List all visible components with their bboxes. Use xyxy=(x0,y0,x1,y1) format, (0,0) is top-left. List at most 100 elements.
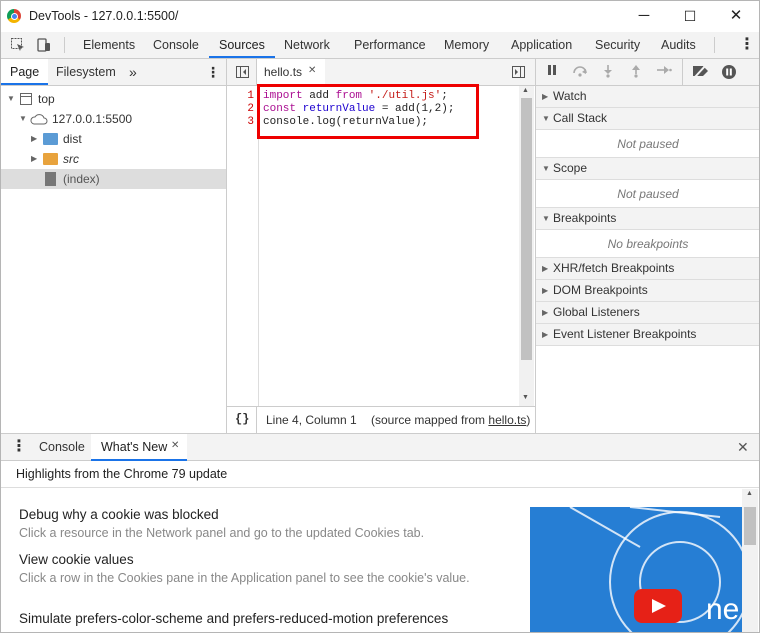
youtube-play-icon[interactable] xyxy=(634,589,682,623)
tab-security[interactable]: Security xyxy=(595,32,640,58)
section-call-stack[interactable]: ▼ Call Stack xyxy=(536,108,759,130)
scroll-down-icon[interactable]: ▼ xyxy=(522,394,529,401)
expanded-arrow-icon[interactable]: ▼ xyxy=(542,108,550,129)
toggle-debugger-icon[interactable] xyxy=(511,65,526,79)
section-xhr-breakpoints[interactable]: ▶ XHR/fetch Breakpoints xyxy=(536,258,759,280)
collapse-arrow-icon[interactable]: ▶ xyxy=(31,149,37,169)
call-stack-status: Not paused xyxy=(536,130,759,158)
source-map-link[interactable]: hello.ts xyxy=(488,413,526,427)
tab-memory[interactable]: Memory xyxy=(444,32,489,58)
section-event-listener-breakpoints[interactable]: ▶ Event Listener Breakpoints xyxy=(536,324,759,346)
tree-item-top[interactable]: ▼ top xyxy=(1,89,226,109)
section-global-listeners[interactable]: ▶ Global Listeners xyxy=(536,302,759,324)
tab-network[interactable]: Network xyxy=(284,32,330,58)
tab-elements[interactable]: Elements xyxy=(83,32,135,58)
section-title: XHR/fetch Breakpoints xyxy=(553,261,675,275)
tree-item-label: (index) xyxy=(63,172,100,186)
scroll-up-icon[interactable]: ▲ xyxy=(746,490,753,497)
breakpoints-status: No breakpoints xyxy=(536,230,759,258)
tab-performance[interactable]: Performance xyxy=(354,32,426,58)
collapse-arrow-icon[interactable]: ▶ xyxy=(31,129,37,149)
step-icon[interactable] xyxy=(656,64,672,80)
step-out-icon[interactable] xyxy=(628,64,644,80)
expanded-arrow-icon[interactable]: ▼ xyxy=(542,208,550,229)
editor-tabs: hello.ts ✕ xyxy=(227,59,535,86)
section-title: Scope xyxy=(553,161,588,175)
drawer-tab-console[interactable]: Console xyxy=(39,434,85,460)
source-map-prefix: (source mapped from xyxy=(371,413,489,427)
toggle-navigator-icon[interactable] xyxy=(235,65,250,79)
toolbar-separator xyxy=(714,37,715,53)
pause-on-exceptions-icon[interactable] xyxy=(721,64,737,80)
tab-filesystem[interactable]: Filesystem xyxy=(56,59,116,85)
section-scope[interactable]: ▼ Scope xyxy=(536,158,759,180)
feature-title[interactable]: View cookie values xyxy=(19,552,134,567)
tab-page[interactable]: Page xyxy=(1,59,49,85)
pause-icon[interactable] xyxy=(544,64,560,80)
section-dom-breakpoints[interactable]: ▶ DOM Breakpoints xyxy=(536,280,759,302)
folder-icon xyxy=(43,133,58,145)
scrollbar-thumb[interactable] xyxy=(744,507,756,545)
frame-icon xyxy=(19,92,33,106)
pretty-print-icon[interactable]: {} xyxy=(235,412,249,426)
scroll-up-icon[interactable]: ▲ xyxy=(522,87,529,94)
expand-arrow-icon[interactable]: ▶ xyxy=(542,302,548,323)
section-title: Event Listener Breakpoints xyxy=(553,327,697,341)
tree-item-dist[interactable]: ▶ dist xyxy=(1,129,226,149)
close-tab-icon[interactable]: ✕ xyxy=(308,65,316,76)
tab-console[interactable]: Console xyxy=(153,32,199,58)
promo-video-thumbnail[interactable]: ne xyxy=(530,507,742,632)
drawer-scrollbar[interactable]: ▲ xyxy=(742,489,758,632)
folder-icon xyxy=(43,153,58,165)
section-title: Watch xyxy=(553,89,587,103)
drawer-menu-icon[interactable]: ⋮ xyxy=(11,434,27,460)
expand-arrow-icon[interactable]: ▶ xyxy=(542,280,548,301)
tree-item-origin[interactable]: ▼ 127.0.0.1:5500 xyxy=(1,109,226,129)
tree-item-index[interactable]: (index) xyxy=(1,169,226,189)
whats-new-header: Highlights from the Chrome 79 update xyxy=(1,461,759,488)
section-watch[interactable]: ▶ Watch xyxy=(536,86,759,108)
scrollbar-thumb[interactable] xyxy=(521,98,532,360)
section-breakpoints[interactable]: ▼ Breakpoints xyxy=(536,208,759,230)
feature-title[interactable]: Simulate prefers-color-scheme and prefer… xyxy=(19,611,448,626)
cloud-icon xyxy=(30,112,48,126)
source-map-info: (source mapped from hello.ts) xyxy=(371,413,530,427)
navigator-menu-icon[interactable]: ⋮ xyxy=(206,59,220,85)
expand-arrow-icon[interactable]: ▶ xyxy=(542,86,548,107)
tab-audits[interactable]: Audits xyxy=(661,32,696,58)
tab-application[interactable]: Application xyxy=(511,32,572,58)
expanded-arrow-icon[interactable]: ▼ xyxy=(542,158,550,179)
tree-item-src[interactable]: ▶ src xyxy=(1,149,226,169)
close-window-button[interactable]: ✕ xyxy=(713,1,759,32)
more-options-icon[interactable]: ⋮ xyxy=(739,32,755,58)
section-title: Breakpoints xyxy=(553,211,617,225)
tab-sources[interactable]: Sources xyxy=(209,32,275,58)
step-over-icon[interactable] xyxy=(572,64,588,80)
drawer-tab-whats-new[interactable]: What's New ✕ xyxy=(91,434,187,461)
file-tab-label: hello.ts xyxy=(264,65,303,79)
editor-scrollbar[interactable]: ▲ ▼ xyxy=(519,86,534,406)
expand-arrow-icon[interactable]: ▶ xyxy=(542,324,548,345)
expand-arrow-icon[interactable]: ▶ xyxy=(542,258,548,279)
source-map-suffix: ) xyxy=(526,413,531,427)
expand-arrow-icon[interactable]: ▼ xyxy=(7,89,15,109)
section-title: DOM Breakpoints xyxy=(553,283,648,297)
device-toolbar-icon[interactable] xyxy=(36,37,52,53)
maximize-button[interactable]: ☐ xyxy=(667,1,713,32)
title-bar: DevTools - 127.0.0.1:5500/ ─ ☐ ✕ xyxy=(1,1,759,32)
close-drawer-icon[interactable]: ✕ xyxy=(737,434,749,460)
debugger-sidebar: ▶ Watch ▼ Call Stack Not paused ▼ Scope Not… xyxy=(535,59,759,433)
debugger-toolbar xyxy=(536,59,759,86)
feature-title[interactable]: Debug why a cookie was blocked xyxy=(19,507,219,522)
close-tab-icon[interactable]: ✕ xyxy=(171,440,179,451)
file-icon xyxy=(45,172,56,186)
file-tab-hello[interactable]: hello.ts ✕ xyxy=(257,59,325,86)
expand-arrow-icon[interactable]: ▼ xyxy=(19,109,27,129)
deactivate-breakpoints-icon[interactable] xyxy=(692,64,708,80)
promo-text: ne xyxy=(706,593,740,626)
step-into-icon[interactable] xyxy=(600,64,616,80)
inspect-element-icon[interactable] xyxy=(10,37,26,53)
toolbar-separator xyxy=(64,37,65,53)
more-tabs-icon[interactable]: » xyxy=(129,59,137,85)
minimize-button[interactable]: ─ xyxy=(621,1,667,32)
